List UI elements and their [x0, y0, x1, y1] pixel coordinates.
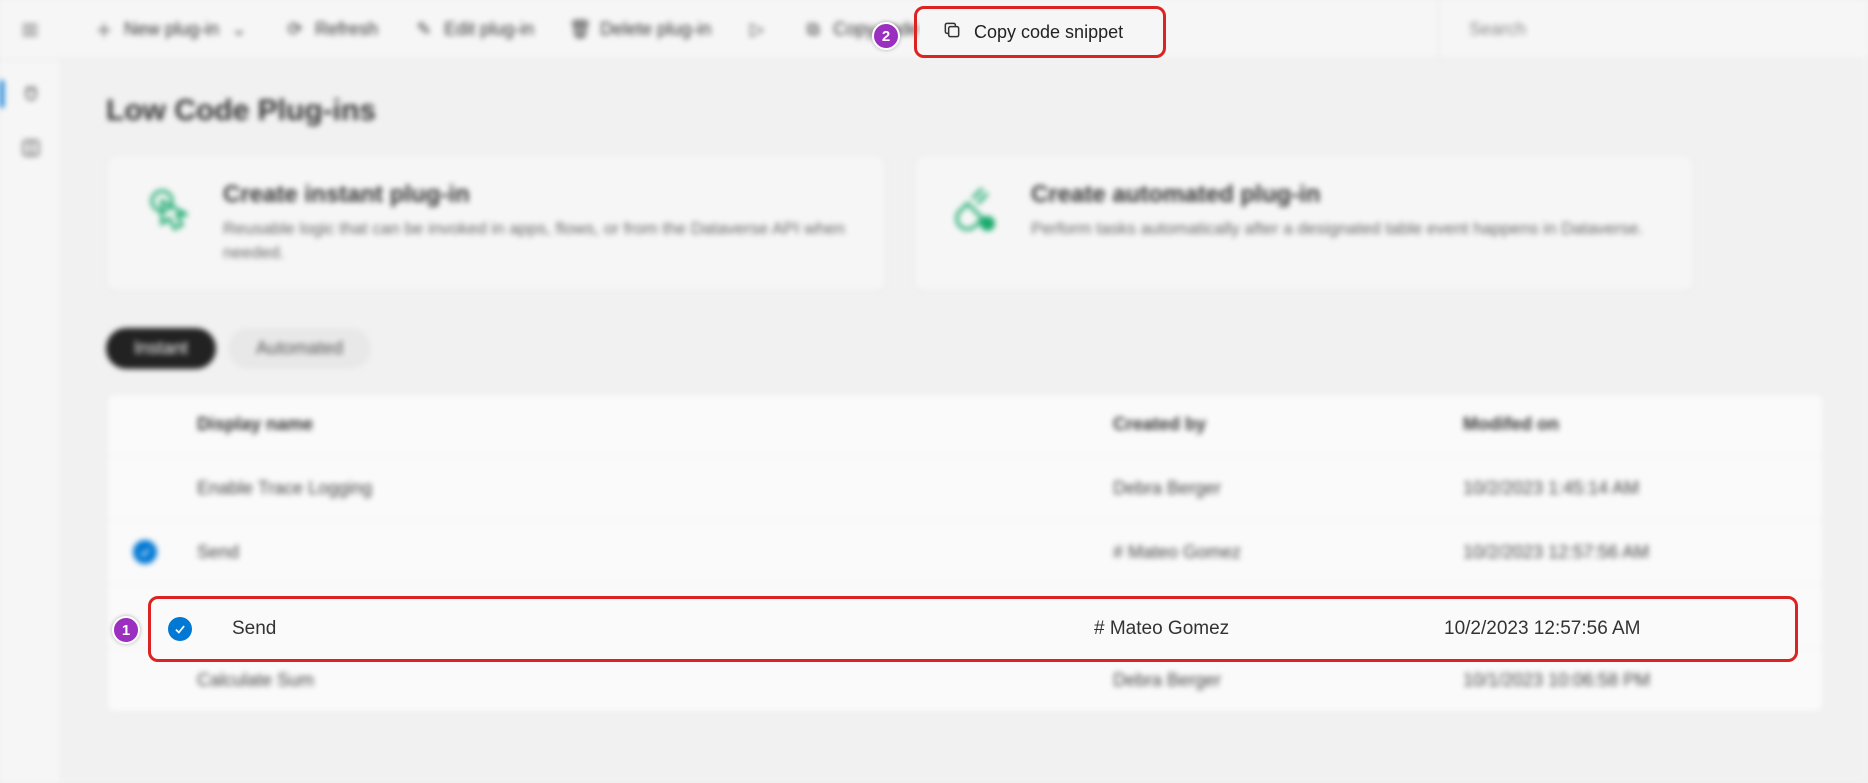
tab-instant[interactable]: Instant [106, 328, 216, 369]
col-created-by[interactable]: Created by [1113, 414, 1463, 435]
copy-icon: ⧉ [803, 20, 823, 40]
callout-1: 1 [112, 616, 140, 644]
card-automated-plugin[interactable]: Create automated plug-in Perform tasks a… [914, 154, 1694, 292]
new-plugin-button[interactable]: ＋ New plug-in ⌄ [78, 11, 265, 48]
cell-name: Enable Trace Logging [197, 478, 1113, 499]
left-rail [0, 60, 62, 783]
new-plugin-label: New plug-in [124, 19, 219, 40]
edit-plugin-label: Edit plug-in [444, 19, 534, 40]
page-title: Low Code Plug-ins [106, 94, 1824, 128]
cell-name: Calculate Sum [197, 670, 1113, 691]
play-icon: ▷ [747, 20, 767, 40]
cell-created-by: # Mateo Gomez [1113, 542, 1463, 563]
tab-automated[interactable]: Automated [228, 328, 371, 369]
delete-plugin-button[interactable]: 🗑 Delete plug-in [554, 11, 727, 48]
refresh-icon: ⟳ [285, 20, 305, 40]
card-instant-plugin[interactable]: Create instant plug-in Reusable logic th… [106, 154, 886, 292]
cell-created-by: Debra Berger [1113, 478, 1463, 499]
col-modified-on[interactable]: Modifed on [1463, 414, 1813, 435]
callout-2: 2 [872, 22, 900, 50]
play-button[interactable]: ▷ [731, 12, 783, 48]
edit-plugin-button[interactable]: ✎ Edit plug-in [398, 11, 550, 48]
menu-icon[interactable] [10, 10, 50, 50]
search-input[interactable]: Search [1438, 0, 1858, 60]
search-placeholder: Search [1469, 19, 1526, 40]
rail-plugins-icon[interactable] [11, 74, 51, 114]
plug-icon [945, 181, 1005, 241]
delete-plugin-label: Delete plug-in [600, 19, 711, 40]
chevron-down-icon: ⌄ [229, 20, 249, 40]
cell-modified-on: 10/2/2023 1:45:14 AM [1463, 478, 1813, 499]
card-automated-desc: Perform tasks automatically after a desi… [1031, 217, 1643, 241]
col-display-name[interactable]: Display name [197, 414, 1113, 435]
highlight-selected-row [148, 596, 1798, 662]
highlight-copy-snippet [914, 6, 1166, 58]
table-row[interactable]: Send # Mateo Gomez 10/2/2023 12:57:56 AM [107, 520, 1823, 584]
cell-name: Send [197, 542, 1113, 563]
cell-modified-on: 10/2/2023 12:57:56 AM [1463, 542, 1813, 563]
tabs: Instant Automated [106, 328, 1824, 369]
card-automated-title: Create automated plug-in [1031, 181, 1643, 209]
plus-icon: ＋ [94, 20, 114, 40]
card-instant-desc: Reusable logic that can be invoked in ap… [223, 217, 855, 265]
table-header: Display name Created by Modifed on [107, 394, 1823, 456]
main-content: Low Code Plug-ins Create instant plug-in… [62, 60, 1868, 783]
refresh-label: Refresh [315, 19, 378, 40]
rail-library-icon[interactable] [11, 128, 51, 168]
table-row[interactable]: Enable Trace Logging Debra Berger 10/2/2… [107, 456, 1823, 520]
row-selected-icon[interactable] [133, 540, 157, 564]
touch-icon [137, 181, 197, 241]
pencil-icon: ✎ [414, 20, 434, 40]
plugin-table: Display name Created by Modifed on Enabl… [106, 393, 1824, 713]
refresh-button[interactable]: ⟳ Refresh [269, 11, 394, 48]
cell-modified-on: 10/1/2023 10:06:58 PM [1463, 670, 1813, 691]
trash-icon: 🗑 [570, 20, 590, 40]
cell-created-by: Debra Berger [1113, 670, 1463, 691]
card-instant-title: Create instant plug-in [223, 181, 855, 209]
